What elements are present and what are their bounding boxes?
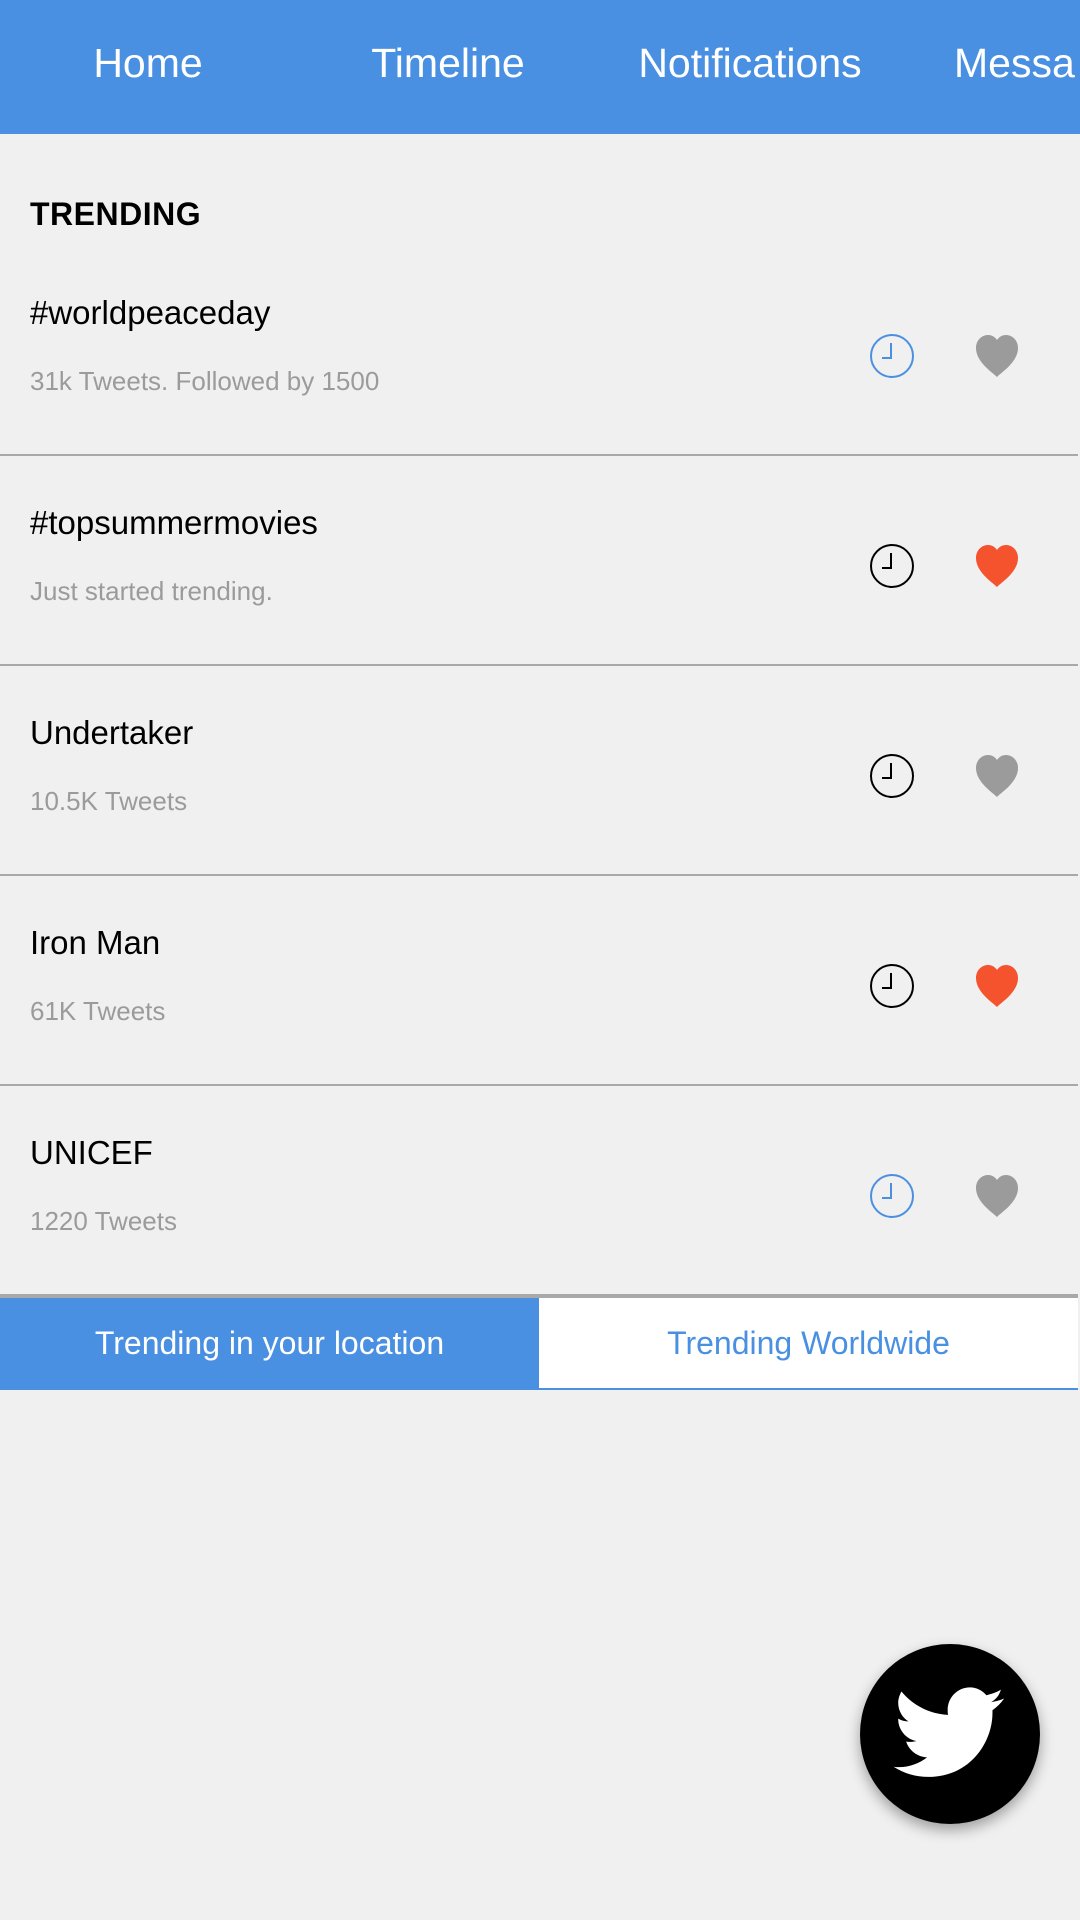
tab-trending-location[interactable]: Trending in your location: [0, 1298, 539, 1388]
trend-subtitle: Just started trending.: [30, 576, 273, 606]
trend-item[interactable]: UNICEF 1220 Tweets: [0, 1086, 1078, 1296]
nav-tab-notifications[interactable]: Notifications: [620, 0, 880, 134]
trend-subtitle: 1220 Tweets: [30, 1206, 177, 1236]
trend-item[interactable]: #worldpeaceday 31k Tweets. Followed by 1…: [0, 246, 1078, 456]
trend-subtitle: 10.5K Tweets: [30, 786, 188, 816]
app-root: Home Timeline Notifications Messa TRENDI…: [0, 0, 1080, 1920]
trend-item[interactable]: Undertaker 10.5K Tweets: [0, 666, 1078, 876]
tab-trending-worldwide[interactable]: Trending Worldwide: [539, 1298, 1078, 1388]
trend-subtitle: 61K Tweets: [30, 996, 166, 1026]
clock-icon[interactable]: [869, 1173, 915, 1219]
heart-icon[interactable]: [972, 1171, 1022, 1221]
trend-name: Iron Man: [30, 924, 161, 961]
nav-tab-home[interactable]: Home: [48, 0, 248, 134]
section-title: TRENDING: [30, 196, 202, 232]
trend-subtitle: 31k Tweets. Followed by 1500: [30, 366, 380, 396]
top-nav: Home Timeline Notifications Messa: [0, 0, 1080, 134]
trend-name: Undertaker: [30, 714, 194, 751]
twitter-bird-icon: [894, 1687, 1005, 1777]
trending-tabs: Trending in your location Trending World…: [0, 1296, 1078, 1390]
clock-icon[interactable]: [869, 753, 915, 799]
clock-icon[interactable]: [869, 543, 915, 589]
heart-icon[interactable]: [972, 961, 1022, 1011]
trend-item[interactable]: Iron Man 61K Tweets: [0, 876, 1078, 1086]
heart-icon[interactable]: [972, 751, 1022, 801]
trend-name: #worldpeaceday: [30, 294, 271, 331]
trend-item[interactable]: #topsummermovies Just started trending.: [0, 456, 1078, 666]
compose-tweet-button[interactable]: [860, 1644, 1040, 1824]
heart-icon[interactable]: [972, 331, 1022, 381]
heart-icon[interactable]: [972, 541, 1022, 591]
trend-list: #worldpeaceday 31k Tweets. Followed by 1…: [0, 246, 1078, 1296]
trend-name: UNICEF: [30, 1134, 153, 1171]
nav-tab-messages[interactable]: Messa: [954, 0, 1080, 134]
clock-icon[interactable]: [869, 333, 915, 379]
trend-name: #topsummermovies: [30, 504, 318, 541]
nav-tab-timeline[interactable]: Timeline: [348, 0, 548, 134]
clock-icon[interactable]: [869, 963, 915, 1009]
